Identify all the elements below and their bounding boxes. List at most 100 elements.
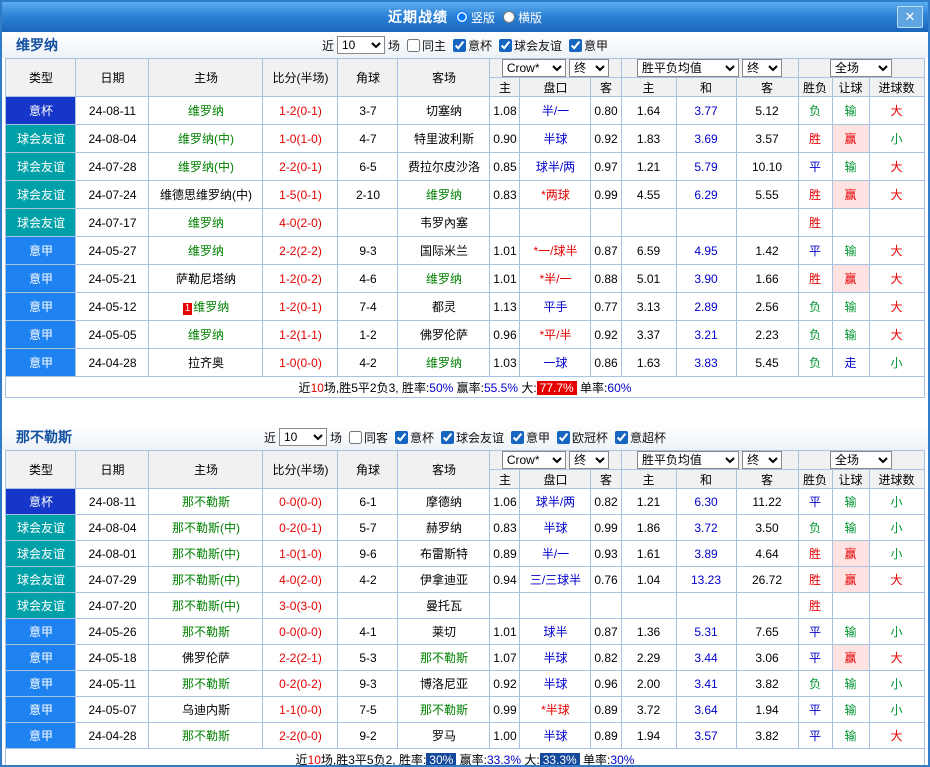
league-checkbox[interactable] (569, 38, 583, 52)
average-odds-header: 胜平负均值 终 (620, 450, 799, 470)
away-odds: 0.97 (590, 152, 622, 181)
league-checkbox[interactable] (499, 38, 513, 52)
corners: 9-3 (337, 670, 399, 697)
vertical-radio-label: 竖版 (470, 10, 495, 25)
handicap-result: 输 (831, 292, 870, 321)
home-odds: 1.01 (489, 236, 521, 265)
section-header: 维罗纳近 10 场同主 意杯 球会友谊 意甲 (2, 32, 928, 58)
home-team: 那不勒斯 (148, 488, 264, 515)
avg-home-odds: 1.83 (620, 124, 677, 153)
score: 1-0(1-0) (262, 540, 339, 567)
competition-badge: 球会友谊 (5, 540, 77, 567)
away-team: 维罗纳 (397, 348, 491, 377)
league-checkbox[interactable] (394, 430, 408, 444)
result-wdl: 负 (797, 348, 833, 377)
avg-home-odds: 1.64 (620, 96, 677, 125)
handicap-line: 半球 (519, 670, 592, 697)
match-row: 意甲 24-05-11 那不勒斯 0-2(0-2) 9-3 博洛尼亚 0.92 半球 0.96 2… (5, 670, 925, 697)
league-checkbox[interactable] (557, 430, 571, 444)
odds-company-header: Crow* 终 (489, 450, 622, 470)
scope-select[interactable]: 全场 (830, 59, 892, 77)
score: 3-0(3-0) (262, 592, 339, 619)
summary-segment: 33.3% (486, 752, 522, 767)
avg-home-odds: 1.21 (620, 488, 677, 515)
handicap-result: 赢 (831, 180, 870, 209)
match-date: 24-07-29 (75, 566, 150, 593)
league-checkbox[interactable] (441, 430, 454, 444)
league-checkbox[interactable] (453, 38, 466, 52)
league-checkbox[interactable] (511, 430, 525, 444)
average-type-select[interactable]: 胜平负均值 (636, 59, 739, 77)
avg-draw-odds: 13.23 (675, 566, 737, 593)
avg-home-odds: 1.04 (620, 566, 677, 593)
goals-over-under: 大 (868, 264, 925, 293)
avg-home-odds: 3.37 (620, 320, 677, 349)
average-type-select[interactable]: 胜平负均值 (636, 451, 739, 469)
same-venue-checkbox[interactable] (406, 38, 420, 52)
odds-company-select[interactable]: Crow* (501, 59, 566, 77)
sub-column-header: 主 (489, 77, 521, 97)
home-team: 维罗纳 (148, 208, 264, 237)
match-date: 24-07-28 (75, 152, 150, 181)
match-count-select[interactable]: 10 (336, 36, 385, 54)
same-venue-filter[interactable]: 同主 (403, 37, 446, 54)
same-venue-label: 同主 (421, 38, 446, 53)
goals-over-under: 小 (868, 540, 925, 567)
vertical-radio[interactable] (455, 11, 468, 23)
avg-home-odds: 2.00 (620, 670, 677, 697)
away-odds: 0.82 (590, 644, 622, 671)
competition-badge: 球会友谊 (5, 208, 77, 237)
home-odds: 0.83 (489, 180, 521, 209)
handicap-line (519, 592, 592, 619)
odds-company-select[interactable]: Crow* (501, 451, 566, 469)
league-filter[interactable]: 意超杯 (611, 429, 666, 446)
score: 1-2(0-1) (262, 96, 339, 125)
corners: 1-2 (337, 320, 399, 349)
home-team-name: 那不勒斯(中) (171, 521, 240, 535)
league-filter[interactable]: 意杯 (391, 429, 434, 446)
match-count-select[interactable]: 10 (278, 428, 327, 446)
summary-segment: 单率: (576, 380, 608, 395)
league-filter[interactable]: 球会友谊 (495, 37, 562, 54)
summary-segment: 场,胜3平5负2, 胜率: (320, 752, 427, 767)
handicap-line: 半球 (519, 644, 592, 671)
goals-over-under: 大 (868, 320, 925, 349)
home-team: 那不勒斯 (148, 722, 264, 749)
horizontal-radio[interactable] (503, 11, 515, 23)
match-date: 24-08-04 (75, 514, 150, 541)
column-header: 日期 (75, 450, 150, 489)
away-odds: 0.88 (590, 264, 622, 293)
handicap-result: 赢 (831, 264, 870, 293)
away-team: 摩德纳 (397, 488, 491, 515)
goals-over-under: 大 (868, 152, 925, 181)
league-filter[interactable]: 意甲 (565, 37, 608, 54)
window-title: 近期战绩 (387, 9, 448, 25)
away-team-name: 维罗纳 (425, 356, 462, 370)
handicap-result (831, 208, 870, 237)
view-mode-horizontal[interactable]: 横版 (503, 9, 542, 26)
league-filter[interactable]: 欧冠杯 (553, 429, 608, 446)
odds-stage-select[interactable]: 终 (569, 451, 610, 469)
summary-segment: 场,胜5平2负3, 胜率: (323, 380, 430, 395)
average-stage-select[interactable]: 终 (742, 59, 783, 77)
average-stage-select[interactable]: 终 (742, 451, 783, 469)
away-odds: 0.92 (590, 124, 622, 153)
competition-badge: 意甲 (5, 644, 77, 671)
goals-over-under (868, 208, 925, 237)
league-filter[interactable]: 意杯 (449, 37, 492, 54)
away-team-name: 罗马 (431, 729, 456, 743)
scope-select[interactable]: 全场 (830, 451, 892, 469)
view-mode-vertical[interactable]: 竖版 (455, 9, 495, 26)
odds-stage-select[interactable]: 终 (569, 59, 610, 77)
score: 0-0(0-0) (262, 618, 339, 645)
match-row: 意甲 24-04-28 那不勒斯 2-2(0-0) 9-2 罗马 1.00 半球 0.89 1.9… (5, 722, 925, 749)
same-venue-filter[interactable]: 同客 (345, 429, 388, 446)
away-team: 莱切 (397, 618, 491, 645)
league-filter[interactable]: 球会友谊 (437, 429, 504, 446)
handicap-line: *半/一 (519, 264, 592, 293)
close-button[interactable]: ✕ (897, 6, 923, 28)
home-team: 那不勒斯(中) (148, 592, 264, 619)
same-venue-checkbox[interactable] (348, 430, 362, 444)
league-checkbox[interactable] (615, 430, 629, 444)
league-filter[interactable]: 意甲 (507, 429, 550, 446)
